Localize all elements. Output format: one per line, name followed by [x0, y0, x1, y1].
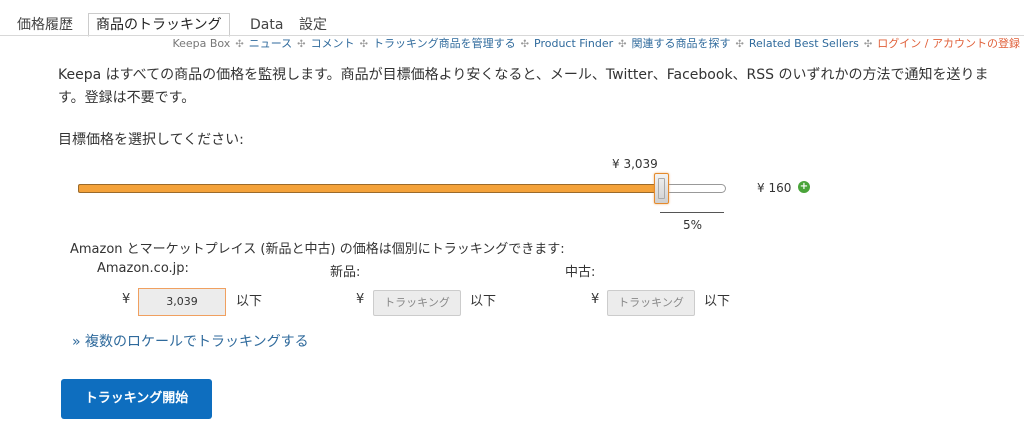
tab-product-tracking[interactable]: 商品のトラッキング [88, 13, 230, 37]
separator-icon: ✣ [618, 39, 627, 50]
max-price: ¥ 160 [757, 181, 792, 195]
separator-icon: ✣ [520, 39, 530, 50]
new-label: 新品: [330, 265, 361, 280]
nav-related-best-sellers[interactable]: Related Best Sellers [749, 37, 859, 50]
below-label: 以下 [236, 294, 263, 309]
below-label: 以下 [470, 294, 497, 309]
tab-data[interactable]: Data [243, 14, 290, 36]
separator-icon: ✣ [735, 39, 744, 50]
slider-thumb[interactable] [654, 173, 669, 204]
nav-keepa-box[interactable]: Keepa Box [172, 37, 230, 50]
used-tracking-button[interactable]: トラッキング [607, 290, 695, 316]
below-label: 以下 [704, 294, 731, 309]
slider-track-empty[interactable] [667, 184, 726, 193]
nav-comments[interactable]: コメント [311, 37, 355, 50]
select-target-label: 目標価格を選択してください: [58, 132, 244, 148]
slider-value: ¥ 3,039 [612, 157, 658, 171]
separator-icon: ✣ [863, 39, 873, 50]
nav-related-products[interactable]: 関連する商品を探す [632, 37, 731, 50]
plus-circle-icon[interactable]: + [798, 181, 810, 193]
slider-track-filled[interactable] [78, 184, 656, 193]
amazon-label: Amazon.co.jp: [97, 261, 189, 276]
subnav: Keepa Box ✣ ニュース ✣ コメント ✣ トラッキング商品を管理する ✣ Produc… [0, 36, 1020, 52]
new-tracking-button[interactable]: トラッキング [373, 290, 461, 316]
yen-symbol: ¥ [356, 292, 365, 307]
discount-line [660, 212, 724, 213]
discount-percent: 5% [683, 218, 703, 232]
amazon-price-input[interactable]: 3,039 [138, 288, 226, 316]
nav-news[interactable]: ニュース [249, 37, 292, 50]
separator-icon: ✣ [297, 39, 306, 50]
intro-text: Keepa はすべての商品の価格を監視します。商品が目標価格より安くなると、メー… [58, 67, 989, 106]
multi-locale-link[interactable]: » 複数のロケールでトラッキングする [72, 331, 309, 351]
tab-bar: 価格履歴 商品のトラッキング Data 設定 [0, 0, 1024, 37]
separator-icon: ✣ [235, 39, 244, 50]
separator-icon: ✣ [359, 39, 368, 50]
tab-settings[interactable]: 設定 [292, 14, 334, 36]
yen-symbol: ¥ [591, 292, 600, 307]
nav-product-finder[interactable]: Product Finder [534, 37, 613, 50]
yen-symbol: ¥ [122, 292, 131, 307]
start-tracking-button[interactable]: トラッキング開始 [61, 379, 212, 419]
used-label: 中古: [565, 265, 596, 280]
marketplace-label: Amazon とマーケットプレイス (新品と中古) の価格は個別にトラッキングで… [70, 242, 565, 257]
nav-login[interactable]: ログイン / アカウントの登録 [877, 37, 1020, 50]
tab-price-history[interactable]: 価格履歴 [10, 14, 80, 36]
nav-manage-tracking[interactable]: トラッキング商品を管理する [373, 37, 516, 50]
